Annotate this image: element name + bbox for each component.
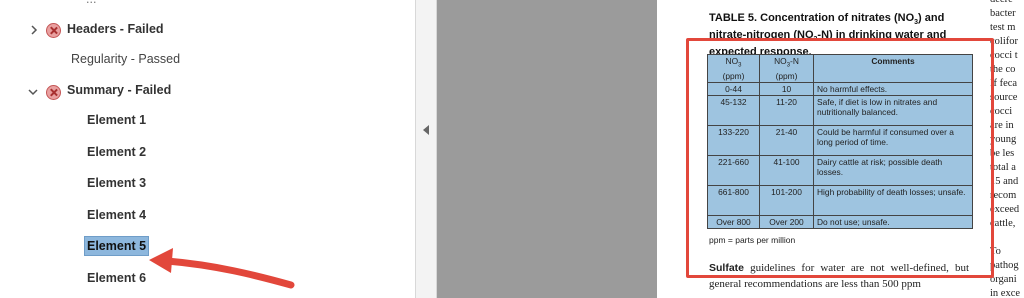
red-arrow-annotation (149, 248, 295, 289)
failed-icon (46, 85, 61, 100)
tree-item-headers[interactable]: Headers - Failed (67, 22, 164, 36)
tree-item-element-2[interactable]: Element 2 (87, 145, 146, 159)
tree-item-element-4[interactable]: Element 4 (87, 208, 146, 222)
tree-item-element-5-selected[interactable]: Element 5 (84, 236, 150, 256)
chevron-down-icon[interactable] (27, 86, 39, 98)
panel-splitter[interactable] (415, 0, 437, 298)
tree-item-regularity[interactable]: Regularity - Passed (71, 52, 180, 66)
collapse-left-icon[interactable] (423, 125, 429, 135)
right-column-text: decre bacter test m colifor cocci t the … (990, 0, 1021, 298)
tree-item-element-6[interactable]: Element 6 (87, 271, 146, 285)
tree-item-partial: ... (86, 0, 96, 6)
chevron-right-icon[interactable] (28, 24, 40, 36)
tree-item-element-3[interactable]: Element 3 (87, 176, 146, 190)
red-highlight-box (686, 38, 994, 278)
tree-item-element-1[interactable]: Element 1 (87, 113, 146, 127)
failed-icon (46, 23, 61, 38)
tree-item-summary[interactable]: Summary - Failed (67, 83, 171, 97)
